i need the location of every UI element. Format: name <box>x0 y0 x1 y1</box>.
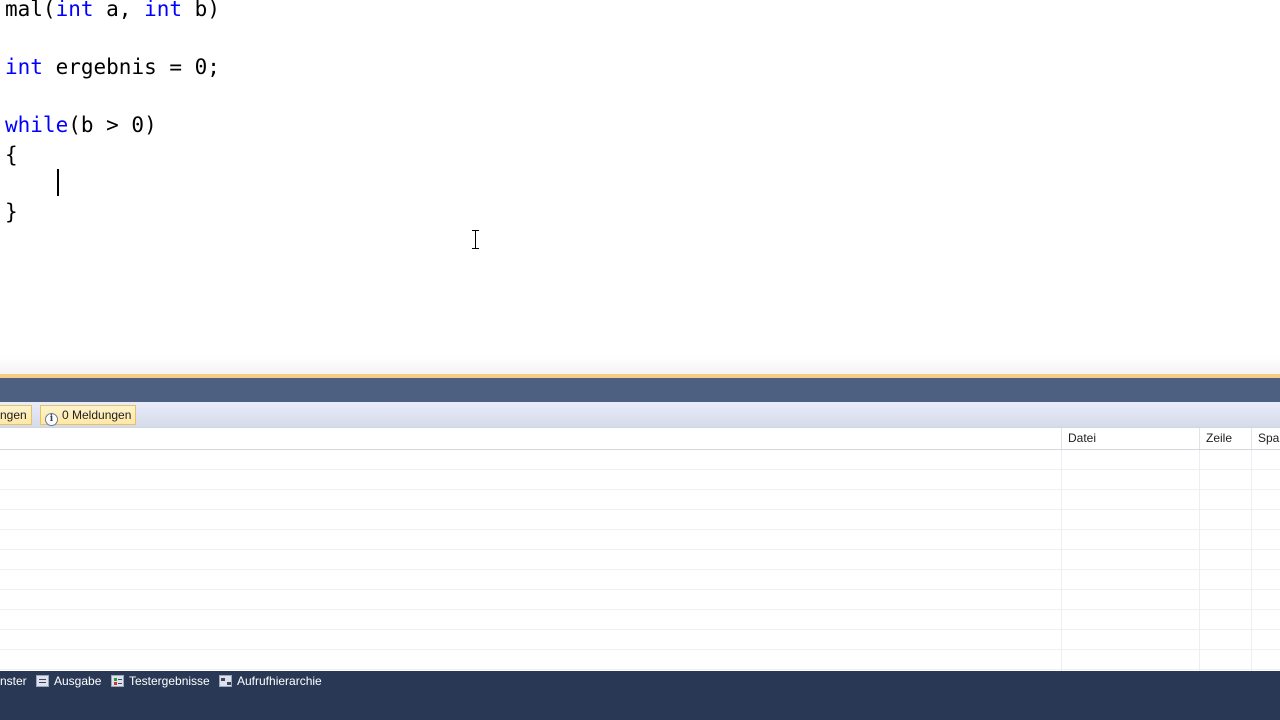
column-divider <box>1061 450 1062 671</box>
editor-bottom-edge <box>0 356 1280 374</box>
code-line-3: while(b > 0) <box>5 113 157 137</box>
text-caret <box>57 169 59 196</box>
bottom-tab-strip: nster Ausgabe Testergebnisse Aufrufhiera… <box>0 671 1280 691</box>
messages-filter-button[interactable]: i 0 Meldungen <box>40 405 137 426</box>
list-row <box>0 590 1280 610</box>
error-list-header: Datei Zeile Spal <box>0 428 1280 450</box>
column-divider <box>1251 450 1252 671</box>
test-results-icon <box>111 675 124 687</box>
keyword-int: int <box>55 0 94 21</box>
list-row <box>0 630 1280 650</box>
list-row <box>0 510 1280 530</box>
code-line-5: } <box>5 200 18 224</box>
list-row <box>0 470 1280 490</box>
warnings-filter-label: ngen <box>0 408 27 422</box>
output-icon <box>36 675 49 687</box>
code-editor[interactable]: mal(int a, int b) int ergebnis = 0; whil… <box>0 0 1280 356</box>
list-row <box>0 550 1280 570</box>
error-list-toolbar: ngen i 0 Meldungen <box>0 402 1280 428</box>
column-header-file[interactable]: Datei <box>1061 428 1200 449</box>
list-row <box>0 530 1280 550</box>
column-divider <box>1199 450 1200 671</box>
list-row <box>0 490 1280 510</box>
list-row <box>0 650 1280 670</box>
keyword-int: int <box>5 55 43 79</box>
code-line-1: mal(int a, int b) <box>5 0 220 24</box>
messages-filter-label: 0 Meldungen <box>62 408 132 422</box>
column-header-column[interactable]: Spal <box>1251 428 1280 449</box>
column-header-line[interactable]: Zeile <box>1199 428 1252 449</box>
keyword-int: int <box>144 0 183 21</box>
tool-window-title-bar[interactable] <box>0 378 1280 402</box>
error-list-body[interactable] <box>0 450 1280 671</box>
ibeam-cursor-icon <box>470 230 481 249</box>
keyword-while: while <box>5 113 69 137</box>
tab-test-results[interactable]: Testergebnisse <box>111 671 210 691</box>
list-row <box>0 450 1280 470</box>
tab-output[interactable]: Ausgabe <box>36 671 101 691</box>
tab-window-partial[interactable]: nster <box>0 671 27 691</box>
list-row <box>0 570 1280 590</box>
status-bar <box>0 691 1280 720</box>
call-hierarchy-icon <box>219 675 232 687</box>
info-icon: i <box>45 413 58 426</box>
tab-call-hierarchy[interactable]: Aufrufhierarchie <box>219 671 322 691</box>
list-row <box>0 610 1280 630</box>
code-line-4: { <box>5 143 18 167</box>
warnings-filter-button[interactable]: ngen <box>0 405 32 425</box>
code-line-2: int ergebnis = 0; <box>5 55 220 79</box>
